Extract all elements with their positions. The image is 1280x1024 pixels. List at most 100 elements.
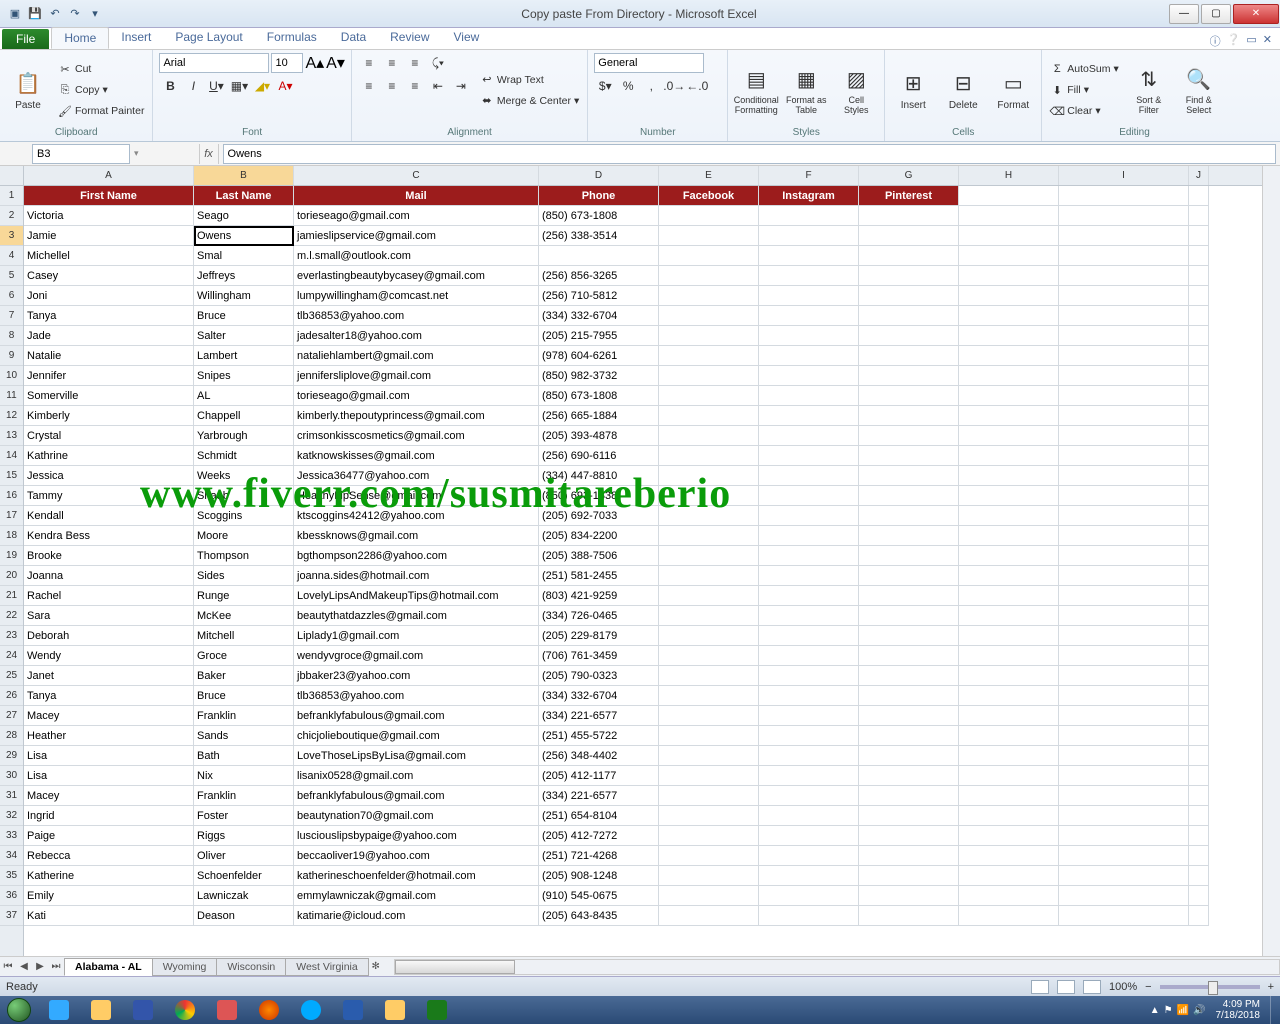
cell[interactable]: (205) 388-7506 (539, 546, 659, 566)
cell[interactable]: (256) 665-1884 (539, 406, 659, 426)
cell[interactable] (759, 246, 859, 266)
row-header[interactable]: 9 (0, 346, 23, 366)
cell[interactable] (1189, 866, 1209, 886)
row-header[interactable]: 30 (0, 766, 23, 786)
cell[interactable]: LoveThoseLipsByLisa@gmail.com (294, 746, 539, 766)
cell[interactable] (859, 626, 959, 646)
cell[interactable] (959, 286, 1059, 306)
col-header-D[interactable]: D (539, 166, 659, 185)
cell[interactable]: jadesalter18@yahoo.com (294, 326, 539, 346)
ribbon-close-icon[interactable]: ✕ (1263, 33, 1272, 49)
cell[interactable] (759, 686, 859, 706)
col-header-F[interactable]: F (759, 166, 859, 185)
row-header[interactable]: 22 (0, 606, 23, 626)
cell[interactable] (859, 226, 959, 246)
cell[interactable] (859, 726, 959, 746)
shrink-font-icon[interactable]: A▾ (326, 53, 345, 73)
name-box[interactable]: B3 (32, 144, 130, 164)
cell[interactable] (1189, 566, 1209, 586)
cell[interactable] (759, 546, 859, 566)
cell[interactable]: Franklin (194, 706, 294, 726)
row-header[interactable]: 37 (0, 906, 23, 926)
cell[interactable]: Scoggins (194, 506, 294, 526)
cell[interactable] (1059, 686, 1189, 706)
cell[interactable] (959, 206, 1059, 226)
cell[interactable] (659, 806, 759, 826)
fill-color-button[interactable]: ◢▾ (251, 76, 273, 96)
cell[interactable] (1189, 806, 1209, 826)
cell[interactable] (1189, 186, 1209, 206)
cell[interactable]: (334) 221-6577 (539, 706, 659, 726)
cell[interactable]: Joni (24, 286, 194, 306)
row-header[interactable]: 11 (0, 386, 23, 406)
cell[interactable] (1059, 286, 1189, 306)
excel-icon[interactable]: ▣ (6, 5, 24, 23)
cell[interactable] (1189, 486, 1209, 506)
row-header[interactable]: 23 (0, 626, 23, 646)
cell[interactable]: AL (194, 386, 294, 406)
row-header[interactable]: 27 (0, 706, 23, 726)
cell[interactable]: Lawniczak (194, 886, 294, 906)
cell[interactable]: (334) 726-0465 (539, 606, 659, 626)
format-cells-button[interactable]: ▭Format (991, 53, 1035, 127)
cell[interactable] (759, 286, 859, 306)
cell[interactable]: (205) 215-7955 (539, 326, 659, 346)
cell[interactable]: Liplady1@gmail.com (294, 626, 539, 646)
cell[interactable]: Franklin (194, 786, 294, 806)
cell[interactable]: Kimberly (24, 406, 194, 426)
comma-icon[interactable]: , (640, 76, 662, 96)
cell[interactable] (1059, 346, 1189, 366)
cell[interactable]: Yarbrough (194, 426, 294, 446)
undo-icon[interactable]: ↶ (46, 5, 64, 23)
cell[interactable] (959, 666, 1059, 686)
col-header-J[interactable]: J (1189, 166, 1209, 185)
row-header[interactable]: 4 (0, 246, 23, 266)
cell[interactable] (1189, 426, 1209, 446)
cell[interactable] (859, 246, 959, 266)
row-header[interactable]: 17 (0, 506, 23, 526)
sheet-tab[interactable]: Wisconsin (216, 958, 286, 976)
grow-font-icon[interactable]: A▴ (305, 53, 324, 73)
cell[interactable] (759, 706, 859, 726)
cell[interactable]: (251) 654-8104 (539, 806, 659, 826)
cell[interactable] (1059, 706, 1189, 726)
cell[interactable] (859, 706, 959, 726)
tab-insert[interactable]: Insert (109, 27, 163, 49)
cell[interactable] (759, 626, 859, 646)
cell[interactable]: beccaoliver19@yahoo.com (294, 846, 539, 866)
cell[interactable]: (334) 221-6577 (539, 786, 659, 806)
format-as-table-button[interactable]: ▦Format as Table (784, 53, 828, 127)
tray-up-icon[interactable]: ▲ (1150, 1005, 1160, 1016)
qat-dropdown-icon[interactable]: ▾ (86, 5, 104, 23)
cell[interactable] (659, 706, 759, 726)
cell[interactable]: joanna.sides@hotmail.com (294, 566, 539, 586)
row-header[interactable]: 29 (0, 746, 23, 766)
cell[interactable]: Mitchell (194, 626, 294, 646)
cell[interactable]: (850) 982-3732 (539, 366, 659, 386)
taskbar-ie[interactable] (39, 998, 79, 1022)
cell[interactable] (1059, 586, 1189, 606)
cell[interactable] (1189, 686, 1209, 706)
horizontal-scrollbar[interactable] (394, 959, 1280, 975)
cell[interactable]: beautythatdazzles@gmail.com (294, 606, 539, 626)
row-header[interactable]: 19 (0, 546, 23, 566)
cell[interactable] (759, 646, 859, 666)
cell[interactable] (1059, 206, 1189, 226)
row-header[interactable]: 34 (0, 846, 23, 866)
cell[interactable]: emmylawniczak@gmail.com (294, 886, 539, 906)
cell[interactable] (659, 906, 759, 926)
cell[interactable]: (334) 332-6704 (539, 686, 659, 706)
cell[interactable] (859, 286, 959, 306)
cell[interactable] (959, 486, 1059, 506)
cell[interactable]: Sands (194, 726, 294, 746)
cell[interactable] (1059, 886, 1189, 906)
cell[interactable] (1059, 426, 1189, 446)
align-top-icon[interactable]: ≡ (358, 53, 380, 73)
cell[interactable] (1189, 246, 1209, 266)
cell[interactable]: torieseago@gmail.com (294, 206, 539, 226)
cell[interactable]: chicjolieboutique@gmail.com (294, 726, 539, 746)
cell[interactable] (659, 226, 759, 246)
cell[interactable] (959, 606, 1059, 626)
cell[interactable] (1059, 746, 1189, 766)
bold-button[interactable]: B (159, 76, 181, 96)
